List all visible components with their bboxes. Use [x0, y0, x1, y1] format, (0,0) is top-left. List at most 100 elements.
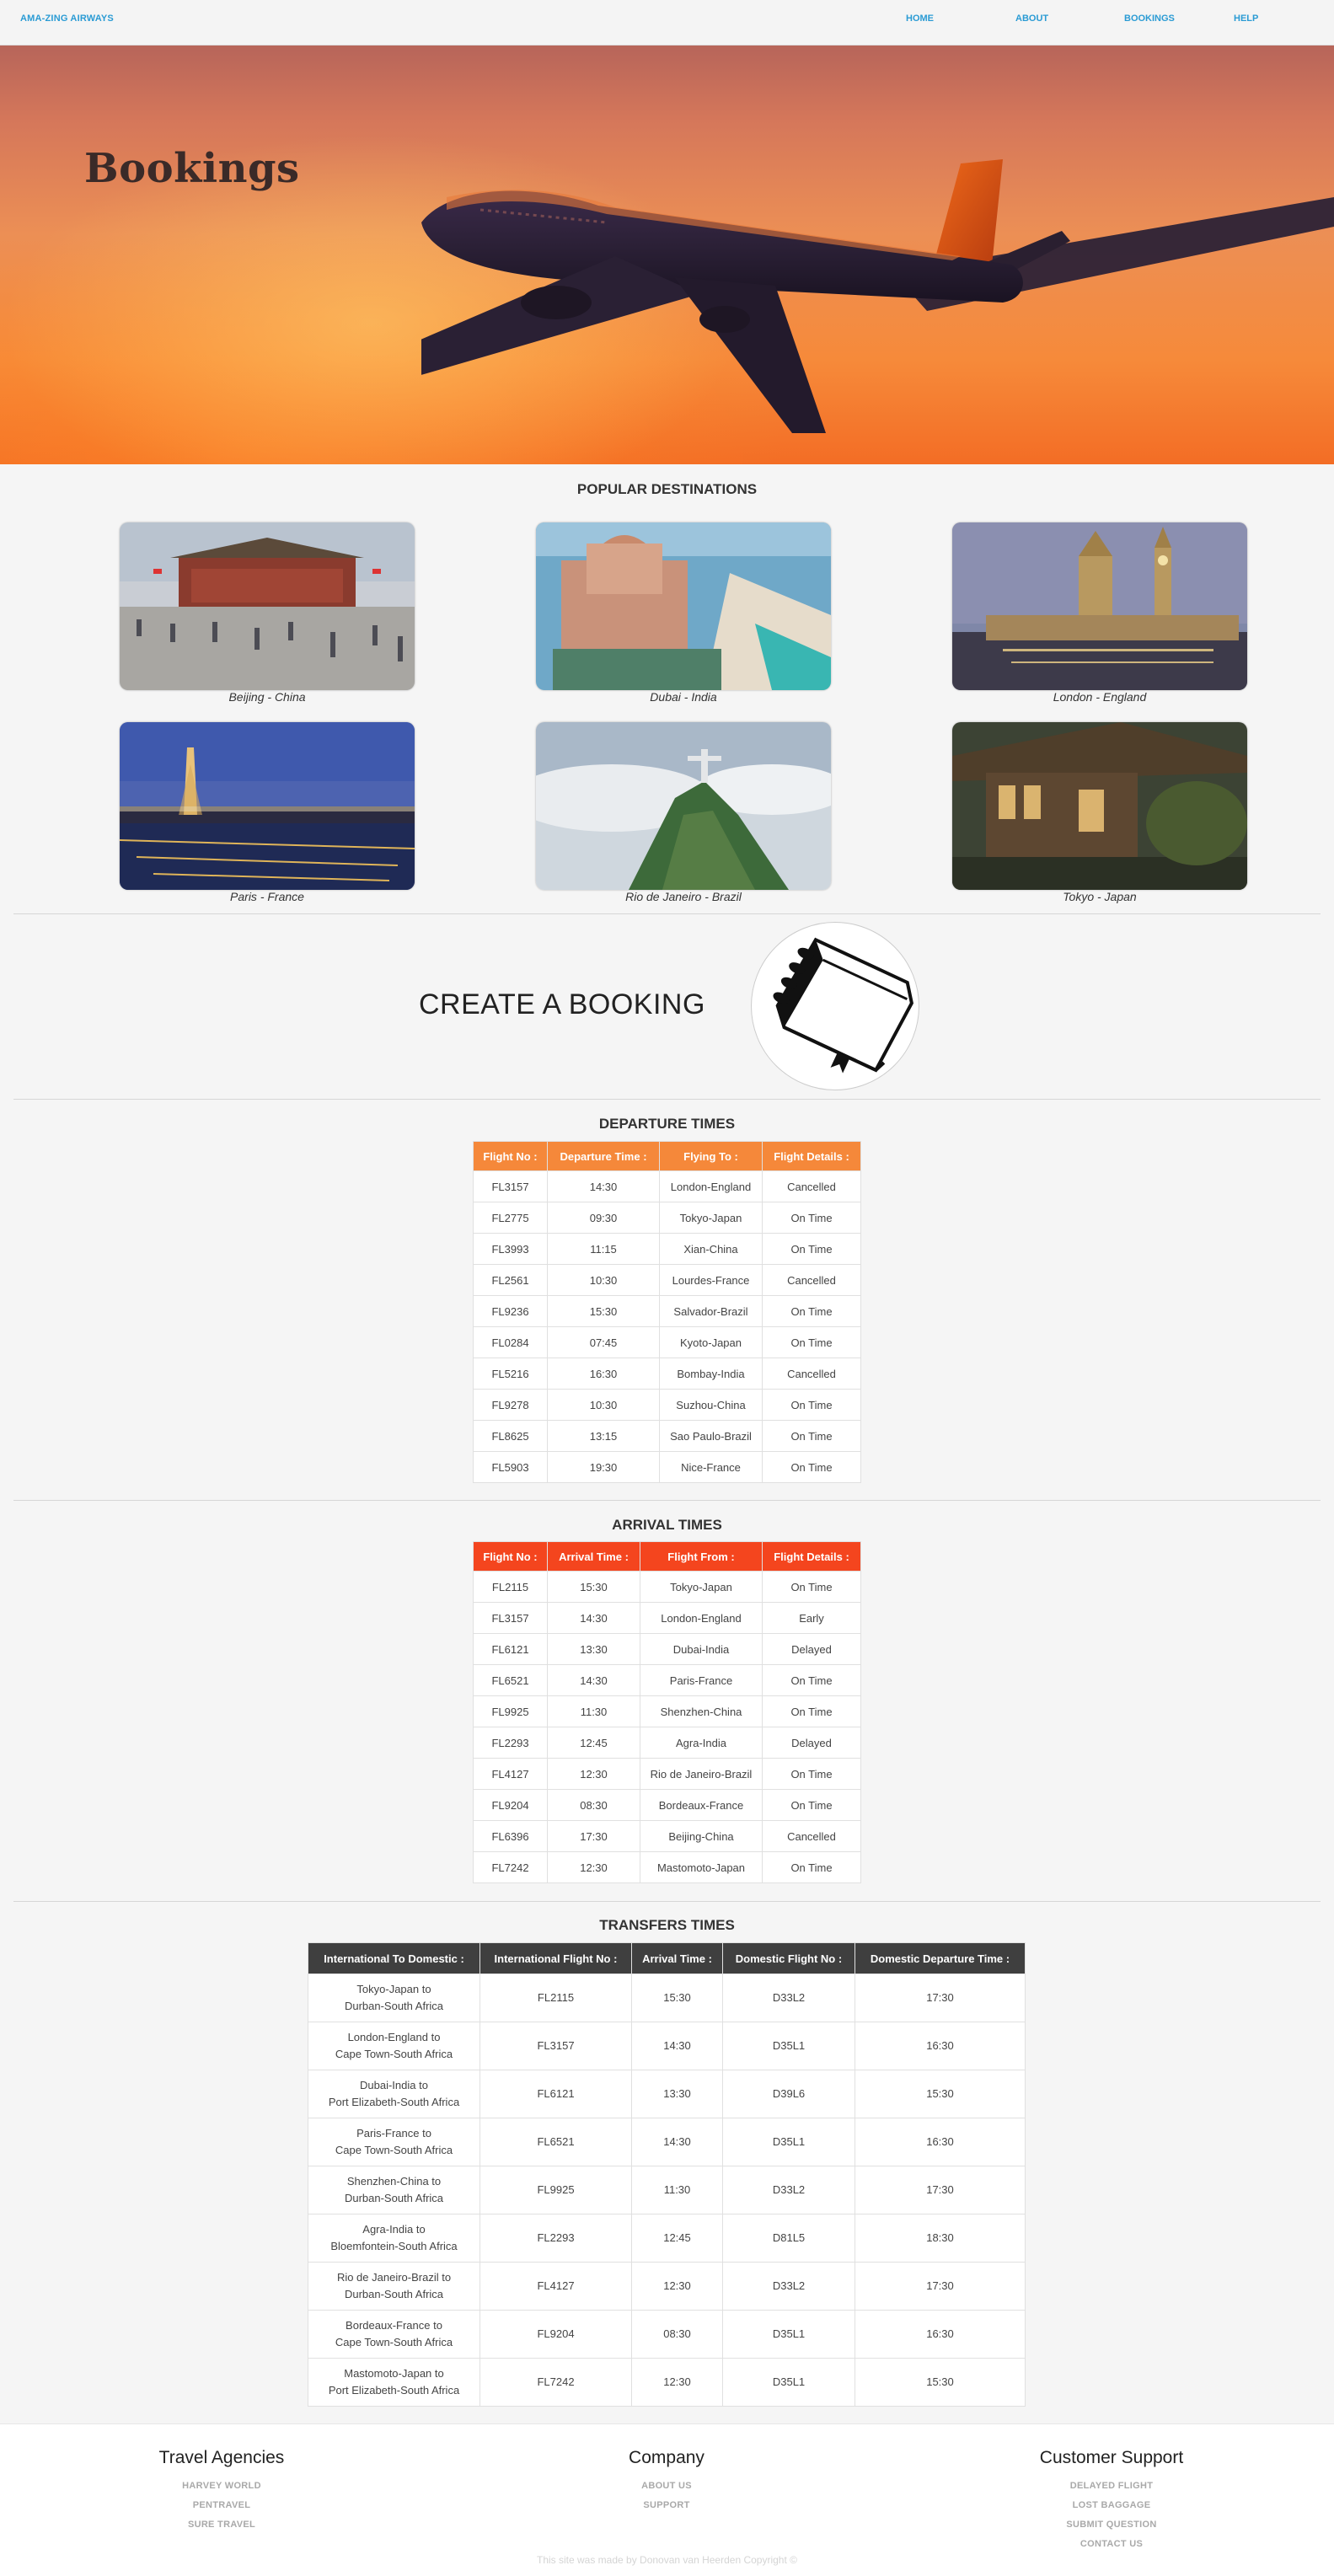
nav-link-home[interactable]: HOME — [906, 13, 934, 24]
table-cell: Bordeaux-France to Cape Town-South Africa — [308, 2310, 480, 2359]
table-cell: 13:30 — [631, 2070, 723, 2118]
table-cell: 07:45 — [547, 1326, 660, 1358]
table-cell: On Time — [762, 1664, 861, 1696]
route-line: Mastomoto-Japan to — [344, 2367, 444, 2380]
table-row: FL2775 09:30 Tokyo-Japan On Time — [473, 1202, 861, 1234]
column-header: Flight No : — [473, 1541, 548, 1572]
table-cell: FL3993 — [473, 1233, 548, 1265]
table-cell: Cancelled — [762, 1820, 861, 1852]
table-cell: 15:30 — [547, 1571, 640, 1603]
column-header: International To Domestic : — [308, 1942, 480, 1974]
table-cell: Kyoto-Japan — [659, 1326, 763, 1358]
table-cell: Tokyo-Japan — [640, 1571, 763, 1603]
table-row: FL2115 15:30 Tokyo-Japan On Time — [473, 1571, 861, 1603]
table-row: FL5216 16:30 Bombay-India Cancelled — [473, 1358, 861, 1390]
table-cell: D81L5 — [722, 2214, 855, 2263]
nav-link-about[interactable]: ABOUT — [1015, 13, 1048, 24]
section-divider — [13, 1901, 1321, 1902]
table-cell: FL8625 — [473, 1420, 548, 1452]
table-cell: 11:30 — [631, 2166, 723, 2215]
table-cell: FL4127 — [479, 2262, 632, 2311]
hero-banner: Bookings — [0, 46, 1334, 464]
table-cell: London-England — [640, 1602, 763, 1634]
footer-link-pentravel[interactable]: PENTRAVEL — [53, 2499, 390, 2512]
table-cell: 09:30 — [547, 1202, 660, 1234]
table-header-row: International To Domestic : Internationa… — [308, 1942, 1026, 1974]
table-cell: 16:30 — [855, 2310, 1026, 2359]
footer-link-lost-baggage[interactable]: LOST BAGGAGE — [943, 2499, 1280, 2512]
section-divider — [13, 913, 1321, 914]
column-header: International Flight No : — [479, 1942, 632, 1974]
table-cell: 16:30 — [855, 2022, 1026, 2070]
create-booking-label[interactable]: CREATE A BOOKING — [419, 988, 705, 1021]
column-header: Flight Details : — [762, 1141, 861, 1171]
copyright-text: This site was made by Donovan van Heerde… — [537, 2554, 797, 2566]
table-row: FL2293 12:45 Agra-India Delayed — [473, 1727, 861, 1759]
footer-heading: Travel Agencies — [158, 2448, 285, 2467]
table-cell: 14:30 — [631, 2022, 723, 2070]
table-cell: Agra-India to Bloemfontein-South Africa — [308, 2214, 480, 2263]
table-cell: 14:30 — [547, 1602, 640, 1634]
table-cell: On Time — [762, 1758, 861, 1790]
table-cell: 12:45 — [631, 2214, 723, 2263]
destination-caption: Tokyo - Japan — [1063, 890, 1137, 903]
destination-card-paris[interactable] — [120, 722, 415, 890]
table-cell: 10:30 — [547, 1389, 660, 1421]
nav-link-help[interactable]: HELP — [1234, 13, 1258, 24]
footer-link-about-us[interactable]: ABOUT US — [498, 2480, 835, 2493]
site-footer: Travel Agencies HARVEY WORLD PENTRAVEL S… — [0, 2423, 1334, 2576]
destination-card-tokyo[interactable] — [952, 722, 1247, 890]
footer-column-customer-support: Customer Support DELAYED FLIGHT LOST BAG… — [943, 2424, 1280, 2551]
paris-photo — [120, 722, 415, 890]
table-cell: Paris-France to Cape Town-South Africa — [308, 2118, 480, 2166]
footer-link-submit-question[interactable]: SUBMIT QUESTION — [943, 2519, 1280, 2531]
table-cell: Suzhou-China — [659, 1389, 763, 1421]
destination-card-rio[interactable] — [536, 722, 831, 890]
table-row: Paris-France to Cape Town-South Africa FL6… — [308, 2118, 1026, 2166]
route-line: Dubai-India to — [360, 2079, 428, 2091]
table-row: Shenzhen-China to Durban-South Africa FL99… — [308, 2166, 1026, 2215]
tokyo-photo — [952, 722, 1247, 890]
table-cell: Salvador-Brazil — [659, 1295, 763, 1327]
footer-link-sure-travel[interactable]: SURE TRAVEL — [53, 2519, 390, 2531]
table-cell: Bordeaux-France — [640, 1789, 763, 1821]
footer-link-support[interactable]: SUPPORT — [498, 2499, 835, 2512]
create-booking-button[interactable] — [751, 922, 919, 1090]
table-cell: FL6121 — [473, 1633, 548, 1665]
table-cell: FL6521 — [473, 1664, 548, 1696]
table-row: FL3157 14:30 London-England Cancelled — [473, 1170, 861, 1202]
table-cell: FL2115 — [479, 1974, 632, 2022]
brand-logo-link[interactable]: AMA-ZING AIRWAYS — [20, 13, 114, 24]
footer-link-harvey-world[interactable]: HARVEY WORLD — [53, 2480, 390, 2493]
table-cell: Cancelled — [762, 1170, 861, 1202]
route-line: Cape Town-South Africa — [335, 2336, 453, 2348]
column-header: Arrival Time : — [631, 1942, 723, 1974]
table-row: FL2561 10:30 Lourdes-France Cancelled — [473, 1264, 861, 1296]
table-cell: 15:30 — [547, 1295, 660, 1327]
table-cell: Dubai-India — [640, 1633, 763, 1665]
column-header: Flight No : — [473, 1141, 548, 1171]
table-cell: 16:30 — [855, 2118, 1026, 2166]
footer-link-delayed-flight[interactable]: DELAYED FLIGHT — [943, 2480, 1280, 2493]
destination-caption: Dubai - India — [650, 690, 717, 704]
table-cell: Mastomoto-Japan — [640, 1851, 763, 1883]
table-cell: Delayed — [762, 1633, 861, 1665]
destination-card-beijing[interactable] — [120, 522, 415, 690]
table-cell: London-England to Cape Town-South Africa — [308, 2022, 480, 2070]
column-header: Flight Details : — [762, 1541, 861, 1572]
nav-link-bookings[interactable]: BOOKINGS — [1124, 13, 1175, 24]
destination-caption: Rio de Janeiro - Brazil — [625, 890, 742, 903]
destination-card-london[interactable] — [952, 522, 1247, 690]
table-row: London-England to Cape Town-South Africa F… — [308, 2022, 1026, 2070]
table-cell: Bombay-India — [659, 1358, 763, 1390]
footer-link-contact-us[interactable]: CONTACT US — [943, 2538, 1280, 2551]
table-row: Agra-India to Bloemfontein-South Africa FL… — [308, 2214, 1026, 2263]
table-row: FL6121 13:30 Dubai-India Delayed — [473, 1633, 861, 1665]
table-row: Mastomoto-Japan to Port Elizabeth-South A… — [308, 2358, 1026, 2407]
destination-card-dubai[interactable] — [536, 522, 831, 690]
table-row: FL5903 19:30 Nice-France On Time — [473, 1451, 861, 1483]
table-cell: D39L6 — [722, 2070, 855, 2118]
departure-times-title: DEPARTURE TIMES — [598, 1116, 736, 1132]
table-cell: 14:30 — [547, 1664, 640, 1696]
dubai-photo — [536, 522, 831, 690]
